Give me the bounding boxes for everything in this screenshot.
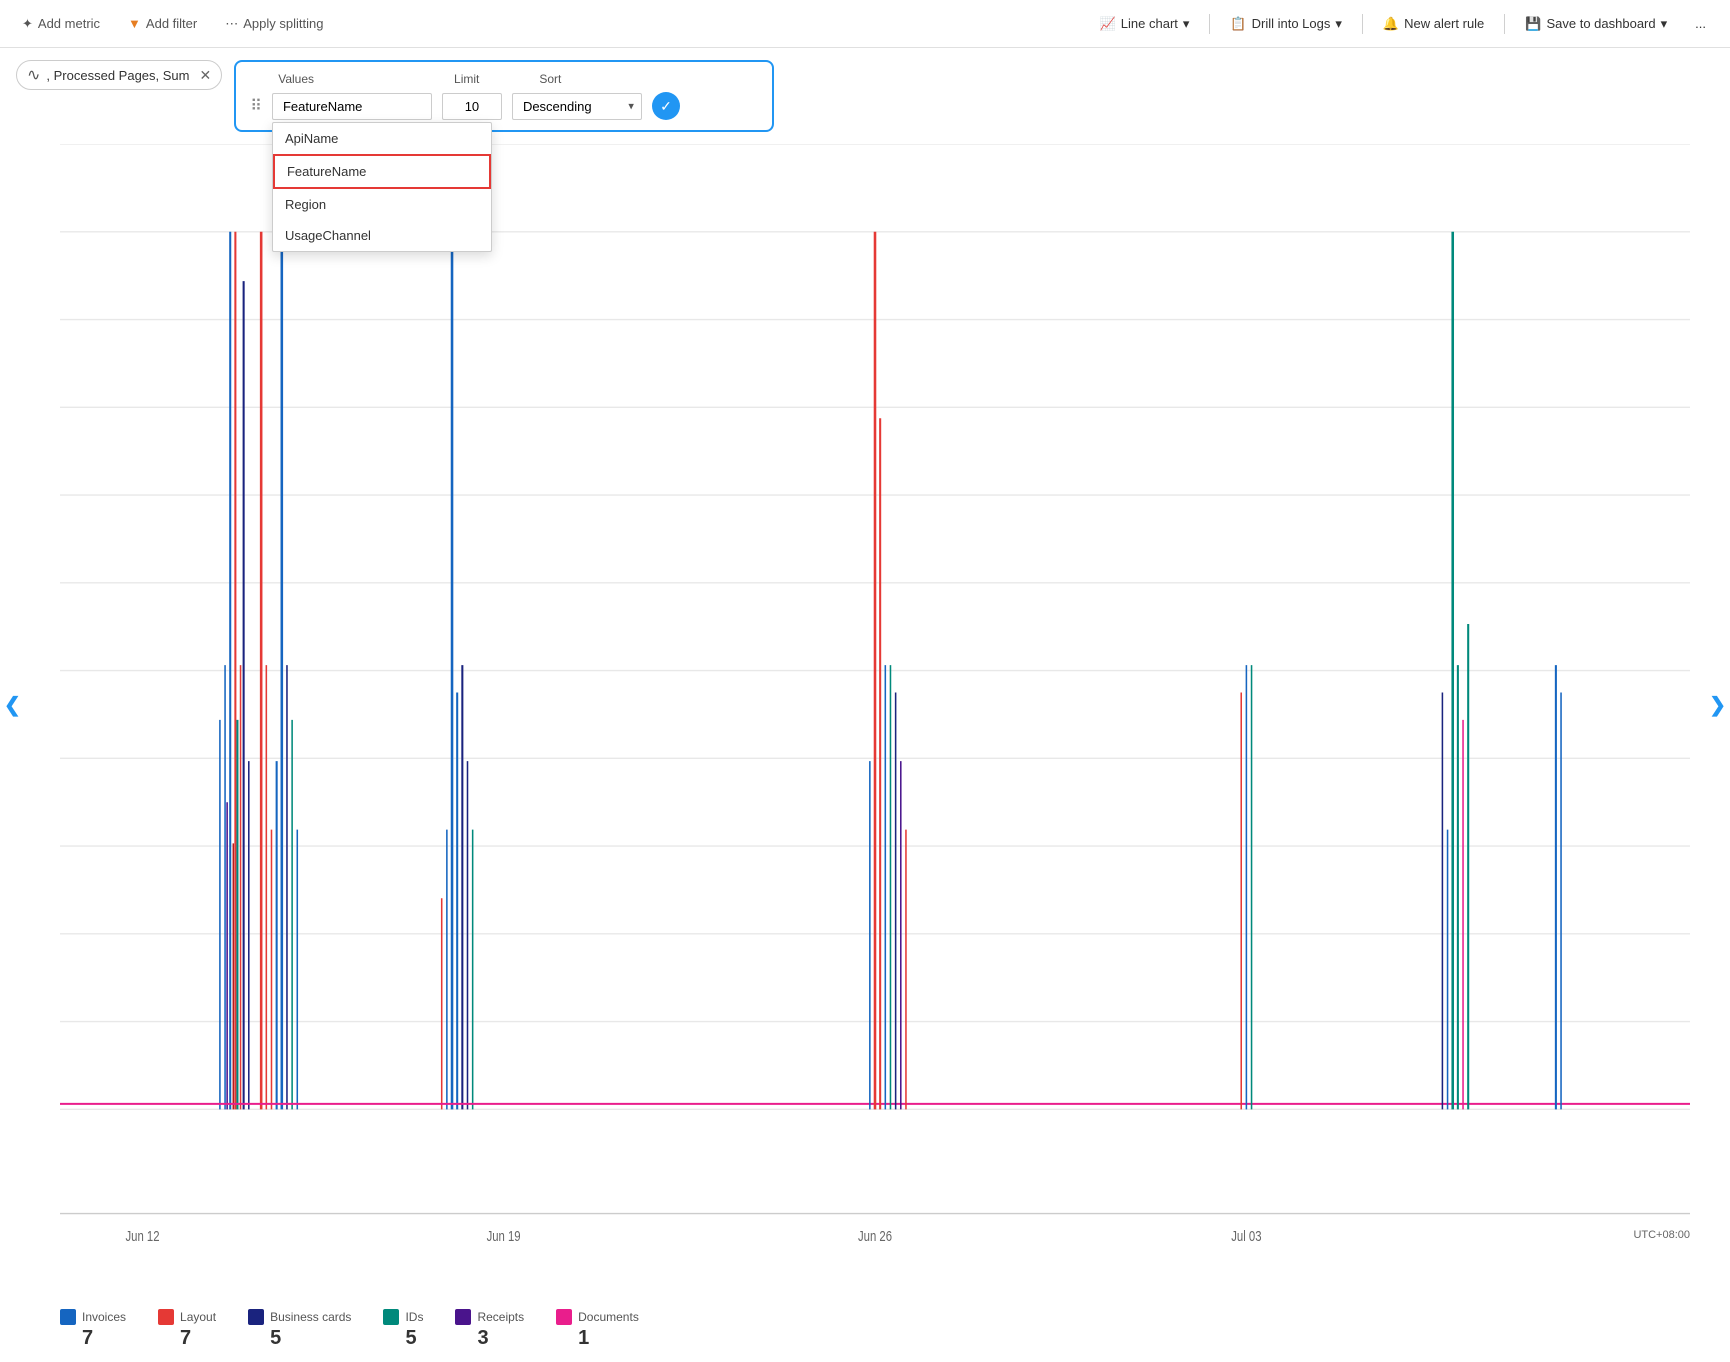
legend-count-business-cards: 5 xyxy=(248,1327,281,1350)
legend-item-business-cards: Business cards 5 xyxy=(248,1309,351,1350)
legend-item-receipts: Receipts 3 xyxy=(455,1309,524,1350)
legend-item-ids: IDs 5 xyxy=(383,1309,423,1350)
sort-header-label: Sort xyxy=(539,72,561,86)
filter-icon: ▼ xyxy=(128,16,141,31)
metric-tag-label: , Processed Pages, Sum xyxy=(46,68,189,83)
add-metric-icon: ✦ xyxy=(22,16,33,32)
legend: Invoices 7 Layout 7 Business cards 5 IDs… xyxy=(0,1301,1730,1362)
save-icon: 💾 xyxy=(1525,16,1541,32)
toolbar-divider-1 xyxy=(1209,14,1210,34)
apply-splitting-button[interactable]: ⋯ Apply splitting xyxy=(219,12,329,36)
new-alert-rule-label: New alert rule xyxy=(1404,16,1484,31)
sort-select[interactable]: Descending Ascending xyxy=(512,93,642,120)
drill-into-logs-label: Drill into Logs xyxy=(1252,16,1331,31)
more-options-label: ... xyxy=(1695,16,1706,31)
toolbar: ✦ Add metric ▼ Add filter ⋯ Apply splitt… xyxy=(0,0,1730,48)
legend-label-documents: Documents xyxy=(578,1310,639,1324)
alert-icon: 🔔 xyxy=(1383,16,1399,32)
timezone-label: UTC+08:00 xyxy=(1633,1229,1690,1241)
dropdown-item-apiname[interactable]: ApiName xyxy=(273,123,491,154)
line-chart-button[interactable]: 📈 Line chart ▾ xyxy=(1092,12,1198,36)
more-options-button[interactable]: ... xyxy=(1687,12,1714,35)
wave-icon: ∿ xyxy=(27,65,40,85)
legend-swatch-layout xyxy=(158,1309,174,1325)
confirm-button[interactable]: ✓ xyxy=(652,92,680,120)
svg-text:Jun 26: Jun 26 xyxy=(858,1227,892,1241)
new-alert-rule-button[interactable]: 🔔 New alert rule xyxy=(1375,12,1492,36)
limit-input[interactable] xyxy=(442,93,502,120)
legend-count-ids: 5 xyxy=(383,1327,416,1350)
limit-header-label: Limit xyxy=(454,72,479,86)
svg-text:Jul 03: Jul 03 xyxy=(1231,1227,1261,1241)
legend-color-label-invoices: Invoices xyxy=(60,1309,126,1325)
legend-swatch-invoices xyxy=(60,1309,76,1325)
toolbar-divider-3 xyxy=(1504,14,1505,34)
legend-swatch-ids xyxy=(383,1309,399,1325)
add-filter-button[interactable]: ▼ Add filter xyxy=(122,12,203,35)
drill-into-logs-button[interactable]: 📋 Drill into Logs ▾ xyxy=(1222,12,1349,36)
toolbar-divider-2 xyxy=(1362,14,1363,34)
svg-text:Jun 19: Jun 19 xyxy=(487,1227,521,1241)
toolbar-left: ✦ Add metric ▼ Add filter ⋯ Apply splitt… xyxy=(16,12,1076,36)
legend-label-invoices: Invoices xyxy=(82,1310,126,1324)
save-chevron-icon: ▾ xyxy=(1661,16,1668,32)
chart-svg: 2.20 2 1.80 1.60 1.40 1.20 1 0.80 0.60 0… xyxy=(60,144,1690,1241)
metric-tag-close-button[interactable]: ✕ xyxy=(199,67,211,84)
drill-logs-icon: 📋 xyxy=(1230,16,1246,32)
save-to-dashboard-button[interactable]: 💾 Save to dashboard ▾ xyxy=(1517,12,1675,36)
legend-count-invoices: 7 xyxy=(60,1327,93,1350)
values-select-wrapper: FeatureName ApiName Region UsageChannel … xyxy=(272,93,432,120)
legend-item-layout: Layout 7 xyxy=(158,1309,216,1350)
legend-count-documents: 1 xyxy=(556,1327,589,1350)
line-chart-chevron-icon: ▾ xyxy=(1183,16,1190,32)
splitting-panel-row: ⠿ FeatureName ApiName Region UsageChanne… xyxy=(250,92,758,120)
legend-color-label-ids: IDs xyxy=(383,1309,423,1325)
apply-splitting-label: Apply splitting xyxy=(243,16,323,31)
drag-handle-icon[interactable]: ⠿ xyxy=(250,96,262,116)
add-metric-label: Add metric xyxy=(38,16,100,31)
legend-count-receipts: 3 xyxy=(455,1327,488,1350)
splitting-panel-header: Values Limit Sort xyxy=(250,72,758,86)
legend-swatch-business-cards xyxy=(248,1309,264,1325)
line-chart-label: Line chart xyxy=(1121,16,1178,31)
dropdown-item-featurename[interactable]: FeatureName xyxy=(273,154,491,189)
legend-color-label-business-cards: Business cards xyxy=(248,1309,351,1325)
legend-label-business-cards: Business cards xyxy=(270,1310,351,1324)
legend-label-receipts: Receipts xyxy=(477,1310,524,1324)
legend-swatch-receipts xyxy=(455,1309,471,1325)
sort-select-wrapper: Descending Ascending ▾ xyxy=(512,93,642,120)
toolbar-right: 📈 Line chart ▾ 📋 Drill into Logs ▾ 🔔 New… xyxy=(1092,12,1714,36)
values-header-label: Values xyxy=(278,72,314,86)
legend-label-ids: IDs xyxy=(405,1310,423,1324)
metric-tag: ∿ , Processed Pages, Sum ✕ xyxy=(16,60,222,90)
drill-logs-chevron-icon: ▾ xyxy=(1335,16,1342,32)
legend-label-layout: Layout xyxy=(180,1310,216,1324)
save-to-dashboard-label: Save to dashboard xyxy=(1546,16,1655,31)
dropdown-item-region[interactable]: Region xyxy=(273,189,491,220)
legend-color-label-documents: Documents xyxy=(556,1309,639,1325)
chart-container: 2.20 2 1.80 1.60 1.40 1.20 1 0.80 0.60 0… xyxy=(0,144,1730,1301)
dropdown-item-usagechannel[interactable]: UsageChannel xyxy=(273,220,491,251)
legend-item-invoices: Invoices 7 xyxy=(60,1309,126,1350)
legend-color-label-layout: Layout xyxy=(158,1309,216,1325)
add-filter-label: Add filter xyxy=(146,16,197,31)
splitting-panel: Values Limit Sort ⠿ FeatureName ApiName … xyxy=(234,60,774,132)
controls-bar: ∿ , Processed Pages, Sum ✕ Values Limit … xyxy=(0,48,1730,144)
splitting-icon: ⋯ xyxy=(225,16,238,32)
legend-color-label-receipts: Receipts xyxy=(455,1309,524,1325)
chart-area: ∿ , Processed Pages, Sum ✕ Values Limit … xyxy=(0,48,1730,1362)
values-dropdown-menu: ApiName FeatureName Region UsageChannel xyxy=(272,122,492,252)
line-chart-icon: 📈 xyxy=(1100,16,1116,32)
svg-text:Jun 12: Jun 12 xyxy=(126,1227,160,1241)
legend-item-documents: Documents 1 xyxy=(556,1309,639,1350)
values-select[interactable]: FeatureName ApiName Region UsageChannel xyxy=(272,93,432,120)
add-metric-button[interactable]: ✦ Add metric xyxy=(16,12,106,36)
checkmark-icon: ✓ xyxy=(660,98,672,115)
legend-swatch-documents xyxy=(556,1309,572,1325)
legend-count-layout: 7 xyxy=(158,1327,191,1350)
